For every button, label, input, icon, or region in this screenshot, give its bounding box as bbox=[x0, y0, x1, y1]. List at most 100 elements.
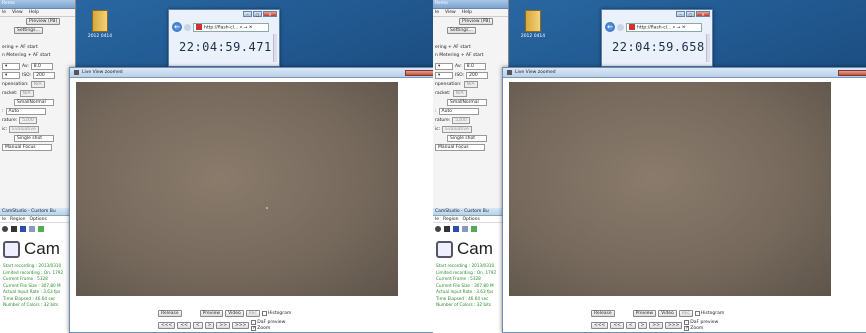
bracket-field[interactable]: N/A bbox=[19, 90, 34, 97]
av-label: Av: bbox=[22, 64, 29, 69]
nav-next-button[interactable]: > bbox=[204, 322, 215, 329]
focus-select[interactable]: Manual Focus bbox=[2, 144, 52, 151]
menu-item-region[interactable]: Region bbox=[10, 216, 25, 222]
screen-icon[interactable] bbox=[462, 226, 468, 232]
menu-item[interactable]: le bbox=[435, 10, 439, 15]
live-view-image[interactable] bbox=[76, 82, 398, 296]
annotate-icon[interactable] bbox=[471, 226, 477, 232]
screen-icon[interactable] bbox=[29, 226, 35, 232]
mode-select[interactable]: ▾ bbox=[435, 72, 453, 79]
desktop-folder-icon[interactable]: 2012 0414 bbox=[86, 10, 114, 39]
drive-select[interactable]: Single shot bbox=[14, 135, 54, 142]
menu-item-file[interactable]: le bbox=[435, 216, 439, 222]
quality-select[interactable]: SmallNormal bbox=[14, 99, 54, 106]
histogram-checkbox[interactable]: Histogram bbox=[694, 311, 724, 316]
menu-item-view[interactable]: View bbox=[12, 10, 23, 15]
rec-button[interactable]: Rec bbox=[678, 310, 693, 317]
menu-item-file[interactable]: le bbox=[2, 216, 6, 222]
vertical-scrollbar[interactable] bbox=[273, 34, 277, 62]
temperature-field[interactable]: 5200 bbox=[452, 117, 470, 124]
compensation-field[interactable]: N/A bbox=[463, 81, 478, 88]
record-icon[interactable] bbox=[2, 226, 8, 232]
compensation-field[interactable]: N/A bbox=[30, 81, 45, 88]
temperature-field[interactable]: 5200 bbox=[19, 117, 37, 124]
back-arrow-icon[interactable]: ← bbox=[172, 22, 182, 32]
video-button[interactable]: Video bbox=[658, 310, 677, 317]
video-button[interactable]: Video bbox=[225, 310, 244, 317]
stop-icon[interactable] bbox=[453, 226, 459, 232]
camstudio-menu: le Region Options bbox=[433, 216, 509, 223]
focus-select[interactable]: Manual Focus bbox=[435, 144, 485, 151]
av-select[interactable]: 8.0 bbox=[30, 63, 53, 70]
wb-select[interactable]: Auto bbox=[5, 108, 46, 115]
menu-item-options[interactable]: Options bbox=[29, 216, 46, 222]
drive-select[interactable]: Single shot bbox=[447, 135, 487, 142]
forward-arrow-icon[interactable] bbox=[184, 23, 191, 31]
af-text: ering + AF start bbox=[2, 45, 38, 50]
maximize-button[interactable]: □ bbox=[253, 11, 262, 17]
metering-field[interactable]: Evaluative bbox=[442, 126, 472, 133]
pause-icon[interactable] bbox=[11, 226, 17, 232]
av-select[interactable]: 8.0 bbox=[463, 63, 486, 70]
back-arrow-icon[interactable]: ← bbox=[605, 22, 615, 32]
quality-select[interactable]: SmallNormal bbox=[447, 99, 487, 106]
nav-prev-fast-button[interactable]: << bbox=[610, 322, 624, 329]
release-button[interactable]: Release bbox=[591, 310, 615, 317]
nav-next-fast-button[interactable]: >> bbox=[216, 322, 230, 329]
preview-button[interactable]: Preview bbox=[199, 310, 224, 317]
preview-pb-button[interactable]: Preview (PB) bbox=[459, 18, 494, 25]
close-button[interactable]: ✕ bbox=[263, 11, 277, 17]
settings-button[interactable]: Settings... bbox=[14, 27, 43, 34]
live-view-image[interactable] bbox=[509, 82, 831, 296]
minimize-button[interactable]: – bbox=[243, 11, 252, 17]
nav-next-button[interactable]: > bbox=[637, 322, 648, 329]
settings-button[interactable]: Settings... bbox=[447, 27, 476, 34]
nav-next-fast-button[interactable]: >> bbox=[649, 322, 663, 329]
address-bar[interactable]: http://flash-cl... ⌕ → ✕ bbox=[193, 22, 269, 32]
address-bar[interactable]: http://flash-cl... ⌕ → ✕ bbox=[626, 22, 702, 32]
nav-last-button[interactable]: >>> bbox=[664, 322, 683, 329]
stop-icon[interactable] bbox=[20, 226, 26, 232]
nav-first-button[interactable]: <<< bbox=[158, 322, 176, 329]
minimize-button[interactable]: – bbox=[676, 11, 685, 17]
menu-item-view[interactable]: View bbox=[445, 10, 456, 15]
release-button[interactable]: Release bbox=[158, 310, 182, 317]
menu-item[interactable]: le bbox=[2, 10, 6, 15]
mode-select[interactable]: ▾ bbox=[2, 72, 20, 79]
preview-pb-button[interactable]: Preview (PB) bbox=[26, 18, 61, 25]
annotate-icon[interactable] bbox=[38, 226, 44, 232]
nav-first-button[interactable]: <<< bbox=[591, 322, 609, 329]
nav-prev-fast-button[interactable]: << bbox=[177, 322, 191, 329]
maximize-button[interactable]: □ bbox=[686, 11, 695, 17]
metering-field[interactable]: Evaluative bbox=[9, 126, 39, 133]
bracket-field[interactable]: N/A bbox=[452, 90, 467, 97]
iso-select[interactable]: 200 bbox=[33, 72, 56, 79]
close-button[interactable] bbox=[405, 70, 433, 76]
pause-icon[interactable] bbox=[444, 226, 450, 232]
camstudio-logo-icon bbox=[3, 240, 20, 258]
close-button[interactable] bbox=[838, 70, 866, 76]
wb-select[interactable]: Auto bbox=[438, 108, 479, 115]
close-button[interactable]: ✕ bbox=[696, 11, 710, 17]
menu-item-help[interactable]: Help bbox=[29, 10, 39, 15]
tv-select[interactable]: ▾ bbox=[2, 63, 20, 70]
tv-select[interactable]: ▾ bbox=[435, 63, 453, 70]
preview-button[interactable]: Preview bbox=[632, 310, 657, 317]
site-favicon-icon bbox=[196, 23, 202, 30]
record-icon[interactable] bbox=[435, 226, 441, 232]
nav-prev-button[interactable]: < bbox=[192, 322, 203, 329]
histogram-checkbox[interactable]: Histogram bbox=[261, 311, 291, 316]
vertical-scrollbar[interactable] bbox=[706, 34, 710, 62]
menu-item-help[interactable]: Help bbox=[462, 10, 472, 15]
nav-last-button[interactable]: >>> bbox=[231, 322, 250, 329]
menu-item-options[interactable]: Options bbox=[462, 216, 479, 222]
rec-button[interactable]: Rec bbox=[245, 310, 260, 317]
live-view-window: Live View zoomed Release Preview Video R… bbox=[502, 67, 866, 333]
nav-prev-button[interactable]: < bbox=[625, 322, 636, 329]
zoom-checkbox[interactable]: Zoom bbox=[684, 325, 718, 331]
zoom-checkbox[interactable]: Zoom bbox=[251, 325, 285, 331]
iso-select[interactable]: 200 bbox=[466, 72, 489, 79]
desktop-folder-icon[interactable]: 2012 0414 bbox=[519, 10, 547, 39]
menu-item-region[interactable]: Region bbox=[443, 216, 458, 222]
forward-arrow-icon[interactable] bbox=[617, 23, 624, 31]
